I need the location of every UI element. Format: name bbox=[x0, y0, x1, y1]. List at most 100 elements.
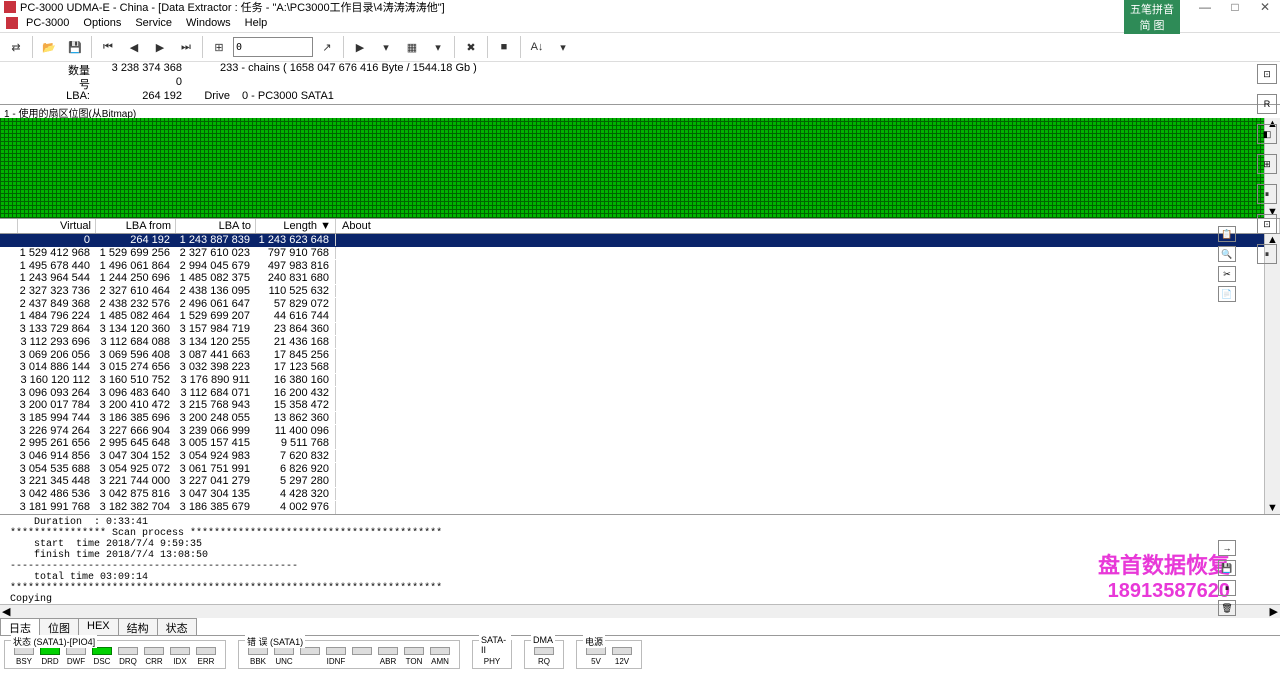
table-header: Virtual LBA from LBA to Length ▼ About bbox=[0, 218, 1280, 234]
play-drop-button[interactable]: ▾ bbox=[374, 35, 398, 59]
table-row[interactable]: 3 200 017 7843 200 410 4723 215 768 943 … bbox=[0, 399, 1280, 412]
ime-indicator[interactable]: 五笔拼音 简 图 bbox=[1124, 0, 1180, 34]
led-x bbox=[297, 647, 323, 666]
log-pause-icon[interactable]: ⏸ bbox=[1218, 580, 1236, 596]
led-IDNF: IDNF bbox=[323, 647, 349, 666]
table-row[interactable]: 3 069 206 0563 069 596 4083 087 441 663 … bbox=[0, 348, 1280, 361]
th-length[interactable]: Length ▼ bbox=[256, 219, 336, 233]
open-button[interactable]: 📂 bbox=[37, 35, 61, 59]
minimize-button[interactable]: — bbox=[1190, 0, 1220, 14]
tab-struct[interactable]: 结构 bbox=[118, 618, 158, 635]
table-row[interactable]: 2 437 849 3682 438 232 5762 496 061 647 … bbox=[0, 297, 1280, 310]
paste-icon[interactable]: 📄 bbox=[1218, 286, 1236, 302]
table-row[interactable]: 3 042 486 5363 042 875 8163 047 304 135 … bbox=[0, 488, 1280, 501]
bottom-tabs: 日志 位图 HEX 结构 状态 bbox=[0, 618, 1280, 636]
table-row[interactable]: 1 529 412 9681 529 699 2562 327 610 023 … bbox=[0, 247, 1280, 260]
bitmap-header: 1 - 使用的扇区位图(从Bitmap) bbox=[0, 104, 1280, 118]
cut-icon[interactable]: ✂ bbox=[1218, 266, 1236, 282]
num-label: 号 bbox=[60, 76, 90, 90]
right-tool-pause2[interactable]: ⏸ bbox=[1257, 244, 1277, 264]
table-row[interactable]: 2 995 261 6562 995 645 6483 005 157 415 … bbox=[0, 437, 1280, 450]
th-about[interactable]: About bbox=[336, 219, 1280, 233]
led-IDX: IDX bbox=[167, 647, 193, 666]
menu-service[interactable]: Service bbox=[129, 17, 178, 29]
right-tool-pause[interactable]: ⏸ bbox=[1257, 184, 1277, 204]
led-TON: TON bbox=[401, 647, 427, 666]
grid-goto-button[interactable]: ⊞ bbox=[207, 35, 231, 59]
th-icon[interactable] bbox=[0, 219, 18, 233]
table-row[interactable]: 2 327 323 7362 327 610 4642 438 136 095 … bbox=[0, 285, 1280, 298]
log-clear-icon[interactable]: 🗑 bbox=[1218, 600, 1236, 616]
table-row[interactable]: 3 181 991 7683 182 382 7043 186 385 679 … bbox=[0, 500, 1280, 513]
table-row[interactable]: 3 221 345 4483 221 744 0003 227 041 279 … bbox=[0, 475, 1280, 488]
tools-button[interactable]: ✖ bbox=[459, 35, 483, 59]
sata-mode-button[interactable]: ⇄ bbox=[4, 35, 28, 59]
goto-button[interactable]: ↗ bbox=[315, 35, 339, 59]
log-output: Duration : 0:33:41 **************** Scan… bbox=[0, 514, 1280, 604]
play-button[interactable]: ▶ bbox=[348, 35, 372, 59]
led-ABR: ABR bbox=[375, 647, 401, 666]
table-row[interactable]: 0 264 1921 243 887 8391 243 623 648 bbox=[0, 234, 1280, 247]
table-row[interactable]: 1 495 678 4401 496 061 8642 994 045 679 … bbox=[0, 259, 1280, 272]
log-export-icon[interactable]: → bbox=[1218, 540, 1236, 556]
inspect-icon[interactable]: 🔍 bbox=[1218, 246, 1236, 262]
chains-value: 233 - chains ( 1658 047 676 416 Byte / 1… bbox=[190, 62, 477, 76]
right-tool-6[interactable]: ⊡ bbox=[1257, 214, 1277, 234]
menubar: PC-3000 Options Service Windows Help bbox=[0, 14, 1280, 32]
table-row[interactable]: 1 484 796 2241 485 082 4641 529 699 207 … bbox=[0, 310, 1280, 323]
log-hscrollbar[interactable]: ◀▶ bbox=[0, 604, 1280, 618]
drive-value: 0 - PC3000 SATA1 bbox=[230, 90, 334, 104]
led-RQ: RQ bbox=[531, 647, 557, 666]
lba-value: 264 192 bbox=[90, 90, 190, 104]
qty-label: 数量 bbox=[60, 62, 90, 76]
sector-bitmap[interactable] bbox=[0, 118, 1264, 218]
table-row[interactable]: 3 046 914 8563 047 304 1523 054 924 983 … bbox=[0, 450, 1280, 463]
th-lba-to[interactable]: LBA to bbox=[176, 219, 256, 233]
tab-bitmap[interactable]: 位图 bbox=[39, 618, 79, 635]
table-body[interactable]: 0 264 1921 243 887 8391 243 623 648 1 52… bbox=[0, 234, 1280, 514]
position-input[interactable] bbox=[233, 37, 313, 57]
sort-button[interactable]: A↓ bbox=[525, 35, 549, 59]
grid-drop-button[interactable]: ▾ bbox=[426, 35, 450, 59]
stop-button[interactable]: ■ bbox=[492, 35, 516, 59]
th-virtual[interactable]: Virtual bbox=[18, 219, 96, 233]
close-button[interactable]: ✕ bbox=[1250, 0, 1280, 14]
save-button[interactable]: 💾 bbox=[63, 35, 87, 59]
tab-hex[interactable]: HEX bbox=[78, 618, 119, 635]
tab-log[interactable]: 日志 bbox=[0, 618, 40, 635]
first-button[interactable]: ⏮ bbox=[96, 35, 120, 59]
right-tool-1[interactable]: ⊡ bbox=[1257, 64, 1277, 84]
maximize-button[interactable]: □ bbox=[1220, 0, 1250, 14]
led-BBK: BBK bbox=[245, 647, 271, 666]
menu-icon bbox=[6, 17, 18, 29]
grid-button[interactable]: ▦ bbox=[400, 35, 424, 59]
menu-windows[interactable]: Windows bbox=[180, 17, 237, 29]
tab-status[interactable]: 状态 bbox=[157, 618, 197, 635]
led-DSC: DSC bbox=[89, 647, 115, 666]
right-tool-reset[interactable]: R bbox=[1257, 94, 1277, 114]
sort-drop-button[interactable]: ▾ bbox=[551, 35, 575, 59]
th-lba-from[interactable]: LBA from bbox=[96, 219, 176, 233]
copy-icon[interactable]: 📋 bbox=[1218, 226, 1236, 242]
right-tool-4[interactable]: ⊞ bbox=[1257, 154, 1277, 174]
table-row[interactable]: 3 133 729 8643 134 120 3603 157 984 719 … bbox=[0, 323, 1280, 336]
next-button[interactable]: ▶ bbox=[148, 35, 172, 59]
table-row[interactable]: 3 112 293 6963 112 684 0883 134 120 255 … bbox=[0, 336, 1280, 349]
last-button[interactable]: ⏭ bbox=[174, 35, 198, 59]
right-tool-3[interactable]: ◧ bbox=[1257, 124, 1277, 144]
table-row[interactable]: 3 096 093 2643 096 483 6403 112 684 071 … bbox=[0, 386, 1280, 399]
log-save-icon[interactable]: 💾 bbox=[1218, 560, 1236, 576]
table-row[interactable]: 3 014 886 1443 015 274 6563 032 398 223 … bbox=[0, 361, 1280, 374]
table-row[interactable]: 3 054 535 6883 054 925 0723 061 751 991 … bbox=[0, 462, 1280, 475]
led-AMN: AMN bbox=[427, 647, 453, 666]
qty-value: 3 238 374 368 bbox=[90, 62, 190, 76]
table-row[interactable]: 3 160 120 1123 160 510 7523 176 890 911 … bbox=[0, 374, 1280, 387]
table-row[interactable]: 3 185 994 7443 186 385 6963 200 248 055 … bbox=[0, 412, 1280, 425]
menu-options[interactable]: Options bbox=[77, 17, 127, 29]
menu-pc3000[interactable]: PC-3000 bbox=[20, 17, 75, 29]
menu-help[interactable]: Help bbox=[239, 17, 274, 29]
table-row[interactable]: 1 243 964 5441 244 250 6961 485 082 375 … bbox=[0, 272, 1280, 285]
prev-button[interactable]: ◀ bbox=[122, 35, 146, 59]
table-row[interactable]: 3 226 974 2643 227 666 9043 239 066 999 … bbox=[0, 424, 1280, 437]
table-scrollbar[interactable]: ▲▼ bbox=[1264, 234, 1280, 514]
